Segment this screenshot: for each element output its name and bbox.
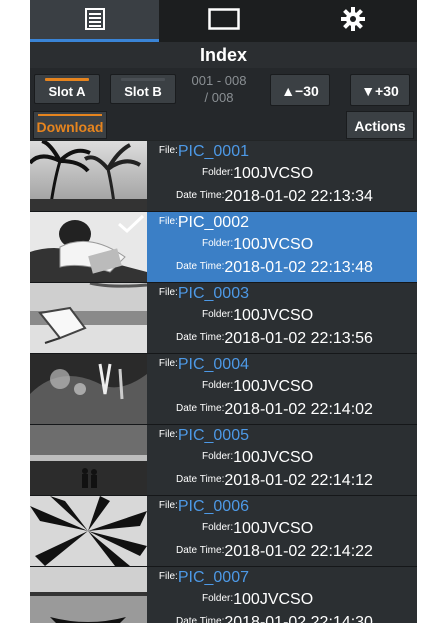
actions-button[interactable]: Actions bbox=[346, 111, 414, 139]
thumbnail bbox=[30, 567, 147, 623]
download-button[interactable]: Download bbox=[33, 111, 107, 139]
list-item[interactable]: File:PIC_0001 Folder:100JVCSO Date Time:… bbox=[30, 141, 417, 212]
date-time: 2018-01-02 22:13:56 bbox=[224, 330, 373, 347]
folder-name: 100JVCSO bbox=[233, 378, 314, 395]
clip-list[interactable]: File:PIC_0001 Folder:100JVCSO Date Time:… bbox=[30, 141, 417, 623]
list-icon bbox=[84, 7, 105, 35]
date-time: 2018-01-02 22:14:22 bbox=[224, 543, 373, 560]
clip-info: File:PIC_0005 Folder:100JVCSO Date Time:… bbox=[158, 427, 373, 489]
slot-a-button[interactable]: Slot A bbox=[34, 74, 100, 104]
thumbnail bbox=[30, 425, 147, 495]
thumbnail bbox=[30, 283, 147, 353]
file-name: PIC_0005 bbox=[177, 427, 249, 444]
file-name: PIC_0004 bbox=[177, 356, 249, 373]
folder-name: 100JVCSO bbox=[233, 236, 314, 253]
folder-name: 100JVCSO bbox=[233, 307, 314, 324]
list-item[interactable]: File:PIC_0006 Folder:100JVCSO Date Time:… bbox=[30, 496, 417, 567]
tab-bar bbox=[30, 0, 417, 42]
date-time: 2018-01-02 22:14:12 bbox=[224, 472, 373, 489]
app-frame: Index Slot A Slot B 001 - 008 / 008 ▲−30… bbox=[30, 0, 417, 623]
checkmark-icon bbox=[117, 214, 145, 239]
date-time: 2018-01-02 22:13:34 bbox=[224, 188, 373, 205]
page-title: Index bbox=[30, 42, 417, 68]
folder-name: 100JVCSO bbox=[233, 165, 314, 182]
screen-icon bbox=[207, 7, 240, 35]
slot-a-indicator bbox=[45, 78, 89, 81]
list-item[interactable]: File:PIC_0003 Folder:100JVCSO Date Time:… bbox=[30, 283, 417, 354]
file-name: PIC_0007 bbox=[177, 569, 249, 586]
controls-bar: Slot A Slot B 001 - 008 / 008 ▲−30 ▼+30 bbox=[30, 68, 417, 108]
gear-icon bbox=[340, 6, 365, 36]
clip-info: File:PIC_0007 Folder:100JVCSO Date Time:… bbox=[148, 567, 417, 623]
clip-info: File:PIC_0006 Folder:100JVCSO Date Time:… bbox=[158, 498, 373, 560]
list-item[interactable]: File:PIC_0007 Folder:100JVCSO Date Time:… bbox=[30, 567, 417, 623]
clip-counter: 001 - 008 / 008 bbox=[191, 73, 247, 105]
toolbar: Download Actions bbox=[30, 108, 417, 140]
file-name: PIC_0002 bbox=[177, 214, 249, 231]
date-time: 2018-01-02 22:13:48 bbox=[224, 259, 373, 276]
page-back-button[interactable]: ▲−30 bbox=[270, 74, 330, 106]
list-item[interactable]: File:PIC_0004 Folder:100JVCSO Date Time:… bbox=[30, 354, 417, 425]
list-item-selected[interactable]: File:PIC_0002 Folder:100JVCSO Date Time:… bbox=[30, 212, 417, 283]
thumbnail bbox=[30, 496, 147, 566]
folder-name: 100JVCSO bbox=[233, 591, 314, 608]
thumbnail bbox=[30, 141, 147, 211]
clip-info: File:PIC_0004 Folder:100JVCSO Date Time:… bbox=[158, 356, 373, 418]
thumbnail bbox=[30, 212, 147, 282]
folder-name: 100JVCSO bbox=[233, 520, 314, 537]
slot-b-indicator bbox=[121, 78, 165, 81]
slot-b-button[interactable]: Slot B bbox=[110, 74, 176, 104]
file-name: PIC_0003 bbox=[177, 285, 249, 302]
folder-name: 100JVCSO bbox=[233, 449, 314, 466]
download-indicator bbox=[38, 114, 102, 116]
tab-screen[interactable] bbox=[159, 0, 288, 42]
thumbnail bbox=[30, 354, 147, 424]
clip-info: File:PIC_0002 Folder:100JVCSO Date Time:… bbox=[158, 214, 373, 276]
date-time: 2018-01-02 22:14:02 bbox=[224, 401, 373, 418]
page-forward-button[interactable]: ▼+30 bbox=[350, 74, 410, 106]
clip-info: File:PIC_0003 Folder:100JVCSO Date Time:… bbox=[158, 285, 373, 347]
date-time: 2018-01-02 22:14:30 bbox=[224, 614, 373, 623]
tab-index[interactable] bbox=[30, 0, 159, 42]
tab-settings[interactable] bbox=[288, 0, 417, 42]
list-item[interactable]: File:PIC_0005 Folder:100JVCSO Date Time:… bbox=[30, 425, 417, 496]
file-name: PIC_0006 bbox=[177, 498, 249, 515]
clip-info: File:PIC_0001 Folder:100JVCSO Date Time:… bbox=[158, 143, 373, 205]
file-name: PIC_0001 bbox=[177, 143, 249, 160]
